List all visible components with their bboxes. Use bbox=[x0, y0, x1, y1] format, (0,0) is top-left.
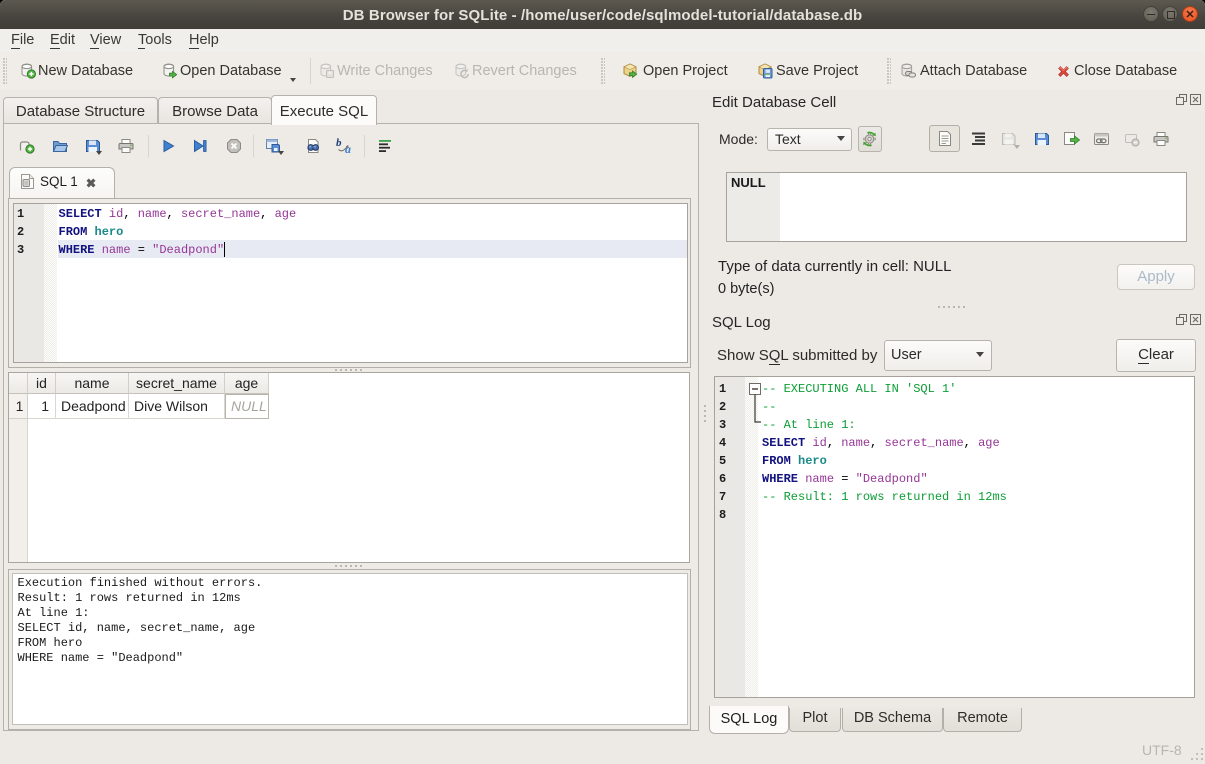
svg-text:b: b bbox=[336, 137, 342, 149]
